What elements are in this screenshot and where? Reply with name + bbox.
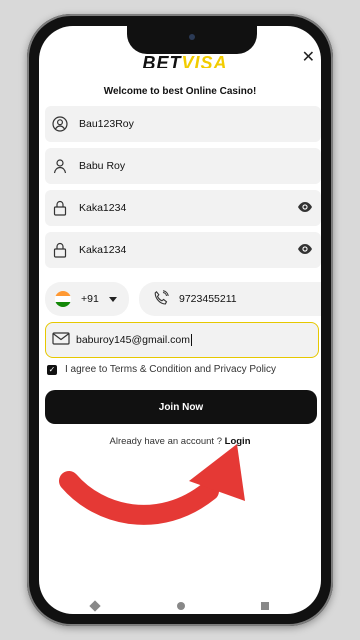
password-field[interactable]: Kaka1234 xyxy=(45,190,321,226)
phone-value: 9723455211 xyxy=(179,293,237,305)
country-code-value: +91 xyxy=(81,293,99,305)
join-now-button[interactable]: Join Now xyxy=(45,390,317,424)
system-nav-bar xyxy=(39,592,321,614)
confirm-password-field[interactable]: Kaka1234 xyxy=(45,232,321,268)
home-icon[interactable] xyxy=(177,602,185,610)
fullname-field[interactable]: Babu Roy xyxy=(45,148,321,184)
eye-icon[interactable] xyxy=(297,201,313,216)
chevron-down-icon xyxy=(108,296,117,302)
phone-icon xyxy=(153,289,169,309)
terms-label: I agree to Terms & Condition and Privacy… xyxy=(65,364,277,375)
eye-icon[interactable] xyxy=(297,243,313,258)
lock-icon xyxy=(47,242,73,258)
lock-icon xyxy=(47,200,73,216)
email-value: baburoy145@gmail.com xyxy=(76,333,192,347)
welcome-title: Welcome to best Online Casino! xyxy=(103,86,257,97)
confirm-password-value: Kaka1234 xyxy=(79,244,127,256)
user-icon xyxy=(47,158,73,174)
mail-icon xyxy=(52,332,70,348)
username-value: Bau123Roy xyxy=(79,118,134,130)
fullname-value: Babu Roy xyxy=(79,160,126,172)
country-code-select[interactable]: +91 xyxy=(45,282,129,316)
phone-frame: BETVISA ✕ Welcome to best Online Casino!… xyxy=(27,14,333,626)
camera-icon xyxy=(189,34,195,40)
screen: BETVISA ✕ Welcome to best Online Casino!… xyxy=(39,26,321,614)
user-icon xyxy=(47,116,73,132)
back-icon[interactable] xyxy=(89,600,101,612)
phone-field[interactable]: 9723455211 xyxy=(139,282,321,316)
terms-row[interactable]: ✓ I agree to Terms & Condition and Priva… xyxy=(47,364,276,375)
close-icon[interactable]: ✕ xyxy=(302,50,315,66)
checkbox-checked[interactable]: ✓ xyxy=(47,364,57,375)
phone-notch xyxy=(127,26,257,54)
password-value: Kaka1234 xyxy=(79,202,127,214)
username-field[interactable]: Bau123Roy xyxy=(45,106,321,142)
red-arrow-annotation xyxy=(59,444,245,525)
email-field[interactable]: baburoy145@gmail.com xyxy=(45,322,319,358)
recents-icon[interactable] xyxy=(261,602,269,610)
india-flag-icon xyxy=(55,291,71,307)
